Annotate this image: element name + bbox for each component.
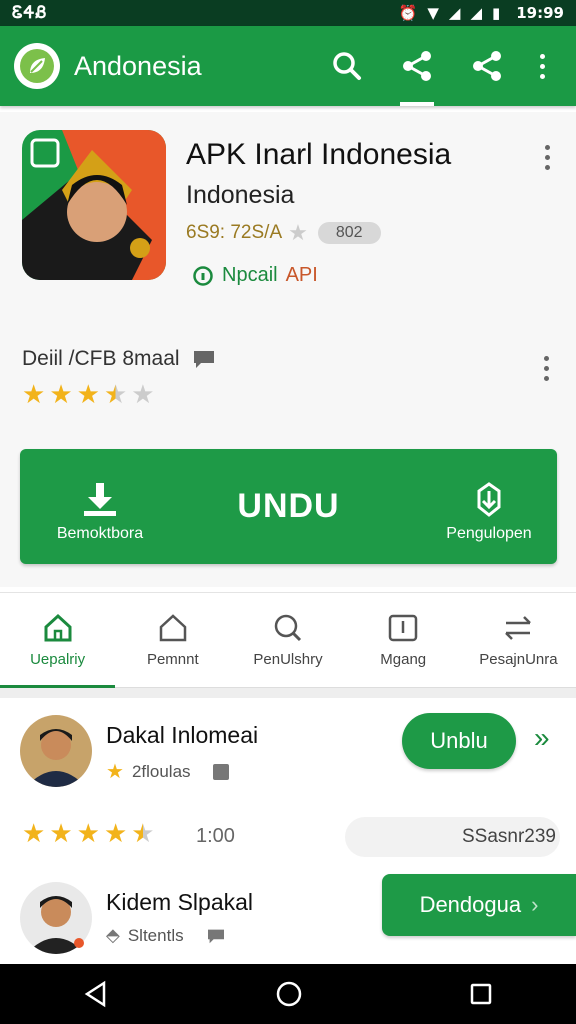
section-divider <box>0 688 576 698</box>
home-circle-icon[interactable] <box>274 979 304 1009</box>
status-icons: ⏰ ▼ ◢ ◢ ▮ 19:99 <box>399 4 564 22</box>
tag-icon: ⬘ <box>106 925 120 945</box>
download-right[interactable]: Pengulopen <box>439 481 539 543</box>
star-half-icon: ★ <box>131 818 155 848</box>
search-button[interactable] <box>312 26 382 106</box>
app-meta: 6S9: 72S/A ★ 802 <box>186 220 381 246</box>
app-subtitle: Indonesia <box>186 181 295 209</box>
wifi-icon: ▼ <box>427 4 439 22</box>
tab-pesajnunra[interactable]: PesajnUnra <box>461 593 576 687</box>
install-button[interactable]: Unblu <box>402 713 516 769</box>
lock-icon <box>212 763 229 780</box>
list-item-sub-text: Sltentls <box>127 925 184 945</box>
list-item-sub-text: 2floulas <box>131 761 191 781</box>
switch-icon <box>505 615 532 640</box>
alarm-icon: ⏰ <box>398 4 418 22</box>
tag-green: Npcail <box>222 264 278 286</box>
signal-icon: ◢ <box>448 4 461 22</box>
price-text: SSasnr239 <box>461 826 556 847</box>
comment-icon <box>193 351 214 368</box>
star-icon: ★ <box>22 818 46 848</box>
overflow-menu-button[interactable] <box>522 26 562 106</box>
download-left-label: Bemoktbora <box>56 525 144 542</box>
avatar[interactable] <box>20 715 92 787</box>
price-field: SSasnr239 <box>345 817 560 857</box>
tab-label: Mgang <box>380 650 427 668</box>
list-item-sub: ⬘ Sltentls <box>106 925 226 946</box>
download-button[interactable]: Bemoktbora UNDU Pengulopen <box>20 449 557 564</box>
app-icon[interactable] <box>22 130 166 280</box>
share-icon <box>473 51 501 81</box>
download-button-label: Dendogua <box>419 892 522 917</box>
share-icon <box>403 51 431 81</box>
search-heart-icon <box>274 614 302 641</box>
review-title-text: Deiil /CFB 8maal <box>22 347 180 370</box>
star-icon: ★ <box>131 379 155 409</box>
star-icon: ★ <box>76 818 100 848</box>
download-right-label: Pengulopen <box>446 525 532 542</box>
tag-orange: API <box>285 264 318 286</box>
signal-icon: ◢ <box>470 4 482 22</box>
list-item-stars: ★ ★ ★ ★ ★ <box>22 820 155 846</box>
chevron-right-icon[interactable]: » <box>534 722 550 754</box>
count-badge: 802 <box>317 222 381 244</box>
star-icon: ★ <box>76 379 100 409</box>
status-bar: ᏋᏎᏰ ⏰ ▼ ◢ ◢ ▮ 19:99 <box>0 0 576 26</box>
list-item-name: Dakal Inlomeai <box>106 722 259 748</box>
online-dot <box>74 938 84 948</box>
battery-icon: ▮ <box>491 4 501 22</box>
share-button[interactable] <box>452 26 522 106</box>
chat-icon <box>193 265 213 286</box>
app-list: Dakal Inlomeai ★ 2floulas Unblu » ★ ★ ★ … <box>0 698 576 964</box>
recents-icon[interactable] <box>468 981 494 1007</box>
more-vert-icon <box>539 53 545 79</box>
tab-home[interactable]: Uepalriy <box>0 593 116 688</box>
star-icon: ★ <box>22 379 46 409</box>
tab-penulshry[interactable]: PenUlshry <box>230 593 345 687</box>
home-icon <box>44 613 72 641</box>
device-icon <box>388 614 418 641</box>
comment-icon <box>207 929 224 943</box>
tab-label: Uepalriy <box>30 650 86 668</box>
search-icon <box>333 52 361 80</box>
house-outline-icon <box>159 613 187 641</box>
list-item-name: Kidem Slpakal <box>106 889 254 915</box>
app-bar-title: Andonesia <box>74 50 202 81</box>
tab-label: Pemnnt <box>146 650 199 668</box>
review-title: Deiil /CFB 8maal <box>22 347 216 371</box>
star-icon: ★ <box>288 220 308 245</box>
status-time: 19:99 <box>516 4 564 22</box>
back-icon[interactable] <box>82 980 110 1008</box>
review-more-icon[interactable] <box>544 356 549 381</box>
update-icon <box>477 482 501 517</box>
list-item-rating-text: 1:00 <box>196 825 235 847</box>
system-nav-bar <box>0 964 576 1024</box>
status-left-text: ᏋᏎᏰ <box>12 3 48 23</box>
tab-mgang[interactable]: Mgang <box>346 593 461 687</box>
chevron-right-icon: › <box>531 892 539 917</box>
star-half-icon: ★ <box>103 379 128 409</box>
app-bar: Andonesia <box>0 26 576 106</box>
list-item-sub: ★ 2floulas <box>106 759 229 784</box>
tab-bar: Uepalriy Pemnnt PenUlshry Mgang PesajnUn… <box>0 592 576 688</box>
tab-pemnnt[interactable]: Pemnnt <box>115 593 230 687</box>
app-tags: Npcail API <box>192 264 318 287</box>
review-stars: ★ ★ ★ ★ ★ <box>22 381 155 407</box>
star-icon: ★ <box>49 379 73 409</box>
star-icon: ★ <box>106 761 124 783</box>
share-button[interactable] <box>382 26 452 106</box>
star-icon: ★ <box>103 818 128 848</box>
rating-text: 6S9: 72S/A <box>186 222 283 243</box>
app-more-icon[interactable] <box>545 145 550 170</box>
tab-label: PenUlshry <box>253 650 323 668</box>
star-icon: ★ <box>49 818 73 848</box>
leaf-logo-icon <box>14 43 60 89</box>
download-button-secondary[interactable]: Dendogua › <box>382 874 576 936</box>
app-name: APK Inarl Indonesia <box>186 138 452 171</box>
tab-label: PesajnUnra <box>479 650 558 668</box>
